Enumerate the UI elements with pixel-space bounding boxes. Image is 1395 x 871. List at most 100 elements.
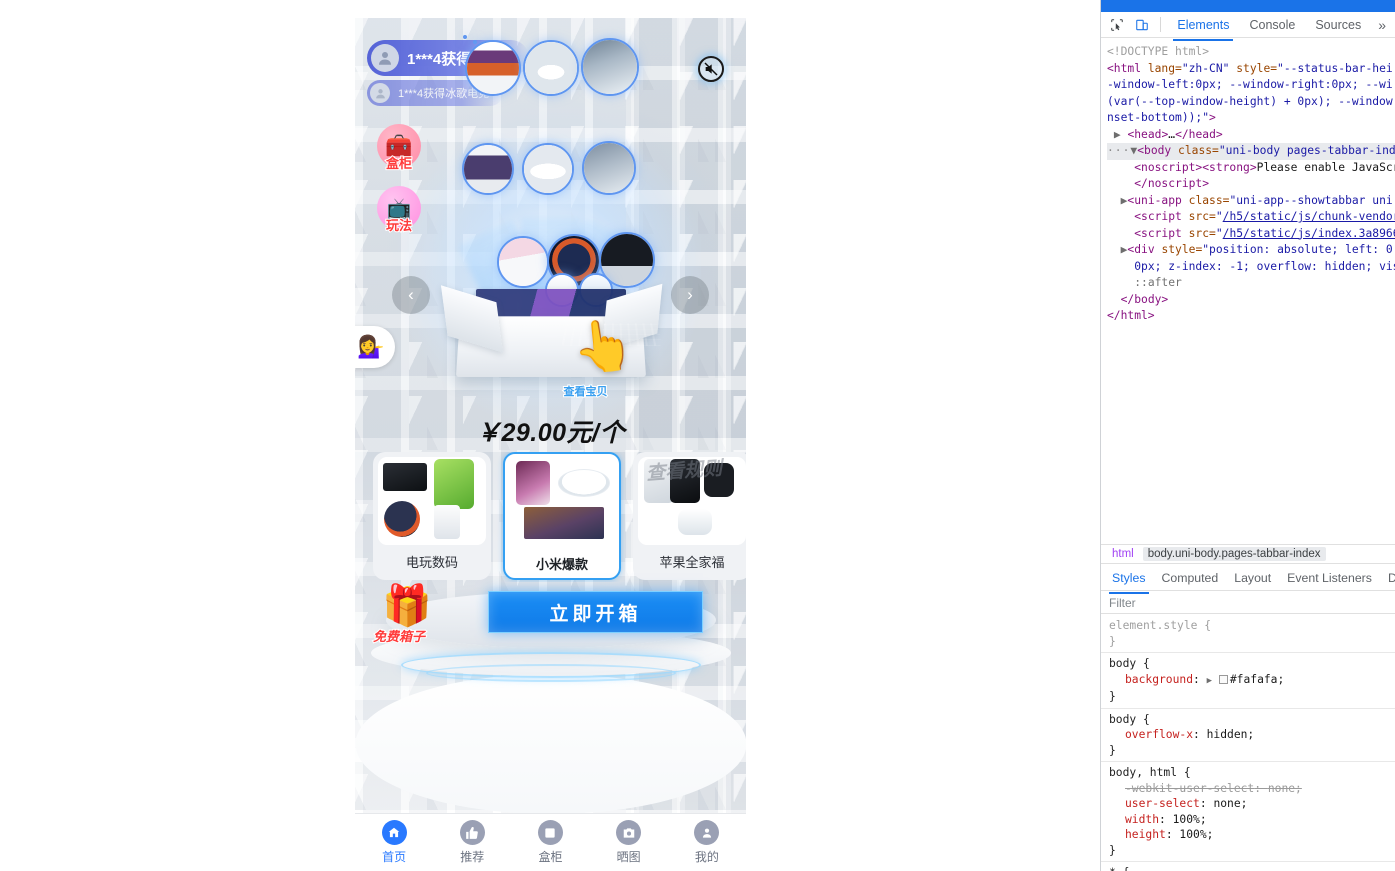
prize-bubble-1[interactable] [462,143,514,195]
screenshot-root: 1***4获得HP/惠 1***4获得冰歌电竞 🧰 盒柜 [0,0,1395,871]
category-card-dianwan[interactable]: 电玩数码 [373,452,491,580]
css-property[interactable]: width: 100%; [1109,812,1390,828]
color-swatch[interactable] [1218,674,1228,684]
chevron-left-icon: ‹ [408,285,414,304]
sound-off-icon[interactable] [698,56,724,82]
stage-floor [355,674,746,814]
dom-line[interactable]: <html lang="zh-CN" style="--status-bar-h… [1107,61,1395,78]
dom-line-body-selected[interactable]: ···▼<body class="uni-body pages-tabbar-i… [1107,143,1395,160]
more-tabs-button[interactable]: » [1374,17,1390,33]
styles-pane[interactable]: element.style { } body { background: ▶ #… [1101,615,1395,871]
css-prop-name: overflow-x [1125,728,1194,741]
css-prop-value[interactable]: hidden; [1207,728,1255,741]
css-rule[interactable]: * { [1101,862,1395,871]
prize-bubble-3[interactable] [582,141,636,195]
styles-filter-input[interactable]: Filter [1101,592,1395,614]
css-rule[interactable]: body { overflow-x: hidden; } [1101,709,1395,762]
dom-line: (var(--top-window-height) + 0px); --wind… [1107,94,1393,108]
dom-line: <!DOCTYPE html> [1107,44,1395,61]
css-rule-close: } [1109,634,1116,648]
open-box-button[interactable]: 立即开箱 [488,591,703,633]
tab-dom-breakpoints[interactable]: D [1381,567,1395,589]
css-prop-value[interactable]: #fafafa; [1230,673,1284,686]
css-rule[interactable]: element.style { } [1101,615,1395,653]
tab-computed[interactable]: Computed [1155,567,1226,589]
prize-bubble-top-3[interactable] [581,38,639,96]
css-property[interactable]: user-select: none; [1109,796,1390,812]
css-prop-value[interactable]: none; [1268,782,1302,795]
phone-viewport: 1***4获得HP/惠 1***4获得冰歌电竞 🧰 盒柜 [355,18,746,871]
tab-recommend[interactable]: 推荐 [442,820,502,865]
tab-label: 盒柜 [538,850,563,864]
css-selector[interactable]: element.style { [1109,618,1390,634]
css-property[interactable]: overflow-x: hidden; [1109,727,1390,743]
tab-cabinet[interactable]: 盒柜 [520,820,580,865]
css-prop-value[interactable]: 100%; [1179,828,1213,841]
css-rule[interactable]: body { background: ▶ #fafafa; } [1101,653,1395,709]
tab-label: 晒图 [616,850,641,864]
css-rule-close: } [1109,690,1116,703]
toolbar-divider [1160,17,1162,32]
bottom-tabbar[interactable]: 首页 推荐 盒柜 晒图 我的 [355,813,746,871]
sidebar-item-box[interactable]: 🧰 盒柜 [377,124,421,172]
css-property[interactable]: height: 100%; [1109,827,1390,843]
customer-service-button[interactable]: 💁‍♀️ [355,326,395,368]
dom-line[interactable]: </noscript> [1107,176,1395,193]
tab-event-listeners[interactable]: Event Listeners [1280,567,1379,589]
open-box-illustration[interactable]: 👆 查看宝贝 [436,273,666,399]
css-prop-name: width [1125,812,1160,826]
dom-line-div[interactable]: ▶<div style="position: absolute; left: 0 [1107,242,1395,259]
camera-icon [616,820,642,845]
breadcrumb-item-body[interactable]: body.uni-body.pages-tabbar-index [1142,547,1326,561]
sidebar-item-play[interactable]: 📺 玩法 [377,186,421,234]
hand-pointer-icon: 👆 [568,314,637,378]
rules-watermark: 查看规则 [645,458,723,485]
carousel-next-button[interactable]: › [671,276,709,314]
css-property[interactable]: -webkit-user-select: none; [1109,781,1390,797]
device-toolbar-icon[interactable] [1132,15,1151,35]
tab-console[interactable]: Console [1242,14,1302,36]
breadcrumb-item-html[interactable]: html [1107,547,1139,561]
css-selector[interactable]: * { [1109,865,1390,871]
prize-bubble-top-1[interactable] [465,40,521,96]
css-rule[interactable]: body, html { -webkit-user-select: none; … [1101,762,1395,862]
dom-line[interactable]: <noscript><strong>Please enable JavaScr [1107,160,1395,177]
dom-line-uniapp[interactable]: ▶<uni-app class="uni-app--showtabbar uni [1107,193,1395,210]
devtools-toolbar[interactable]: Elements Console Sources » [1101,12,1395,41]
tab-styles[interactable]: Styles [1105,567,1153,594]
dom-line: </html> [1107,309,1155,322]
category-card-label: 苹果全家福 [659,555,725,570]
tab-home[interactable]: 首页 [364,820,424,865]
prize-bubble-2[interactable] [522,143,574,195]
inspect-cursor-icon[interactable] [1107,15,1126,35]
dom-line-script-vendor[interactable]: <script src="/h5/static/js/chunk-vendor [1107,209,1395,226]
dom-line-script-index[interactable]: <script src="/h5/static/js/index.3a8966 [1107,226,1395,243]
breadcrumb[interactable]: html body.uni-body.pages-tabbar-index [1101,544,1395,564]
category-card-xiaomi[interactable]: 小米爆款 [503,452,621,580]
prize-bubble-tv[interactable] [463,35,467,39]
tab-photos[interactable]: 晒图 [599,820,659,865]
tab-layout[interactable]: Layout [1227,567,1278,589]
tab-profile[interactable]: 我的 [677,820,737,865]
category-card-label: 小米爆款 [535,557,588,572]
css-prop-value[interactable]: none; [1213,797,1247,810]
dom-tree[interactable]: <!DOCTYPE html> <html lang="zh-CN" style… [1101,40,1395,538]
tab-elements[interactable]: Elements [1170,14,1236,41]
person-icon [694,820,720,845]
dom-line-pseudo[interactable]: ::after [1107,275,1395,292]
tab-label: 首页 [382,850,407,864]
css-prop-name: background [1125,672,1194,686]
css-selector[interactable]: body { [1109,656,1390,672]
carousel-prev-button[interactable]: ‹ [392,276,430,314]
css-selector[interactable]: body, html { [1109,765,1390,781]
dom-line-head[interactable]: ▶ <head>…</head> [1107,127,1395,144]
devtools-panel: Elements Console Sources » <!DOCTYPE htm… [1100,0,1395,871]
prize-bubble-top-2[interactable] [523,40,579,96]
free-box-label: 免费箱子 [372,628,426,645]
css-property[interactable]: background: ▶ #fafafa; [1109,672,1390,690]
view-prize-label[interactable]: 查看宝贝 [563,383,609,399]
css-selector[interactable]: body { [1109,712,1390,728]
css-prop-value[interactable]: 100%; [1173,813,1207,826]
tab-sources[interactable]: Sources [1308,14,1368,36]
styles-tab-bar[interactable]: Styles Computed Layout Event Listeners D [1101,566,1395,594]
